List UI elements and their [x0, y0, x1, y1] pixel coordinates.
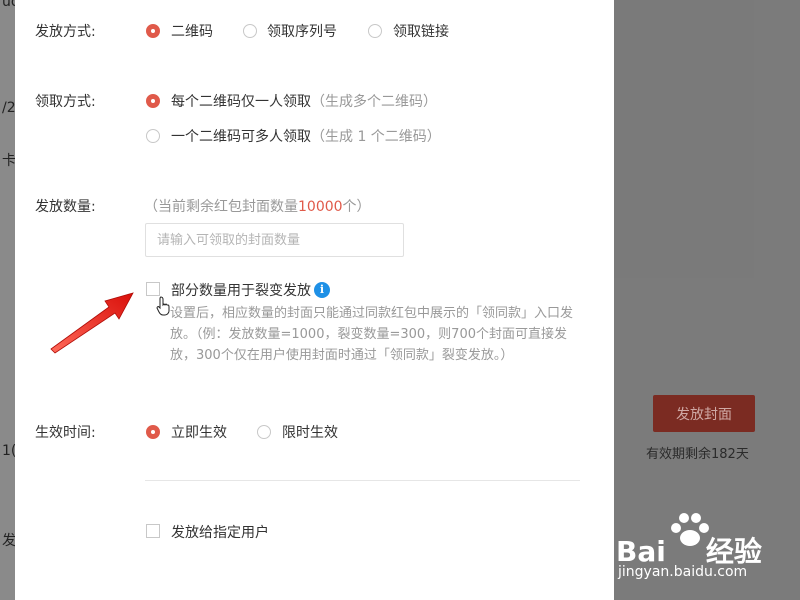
fission-checkbox-label[interactable]: 部分数量用于裂变发放 [171, 280, 311, 300]
radio-qrcode[interactable] [146, 24, 160, 38]
multi-claim-hint: （生成 1 个二维码） [311, 129, 441, 145]
radio-time-limited-label[interactable]: 限时生效 [282, 422, 338, 442]
quantity-label: 发放数量: [35, 199, 96, 215]
radio-immediate-label[interactable]: 立即生效 [171, 422, 227, 442]
radio-serial-number[interactable] [243, 24, 257, 38]
validity-remaining-text: 有效期剩余182天 [646, 447, 749, 462]
radio-serial-number-label[interactable]: 领取序列号 [267, 21, 337, 41]
radio-multi-claim[interactable] [146, 129, 160, 143]
background-text-fragment: 卡 [2, 153, 16, 169]
radio-multi-claim-label[interactable]: 一个二维码可多人领取（生成 1 个二维码） [171, 126, 441, 146]
target-users-checkbox-label[interactable]: 发放给指定用户 [171, 522, 269, 542]
fission-checkbox[interactable] [146, 282, 160, 296]
radio-immediate[interactable] [146, 425, 160, 439]
target-users-checkbox[interactable] [146, 524, 160, 538]
publish-cover-button[interactable]: 发放封面 [653, 395, 755, 432]
watermark-url: jingyan.baidu.com [618, 564, 748, 580]
single-claim-hint: （生成多个二维码） [311, 94, 437, 110]
red-arrow-icon [50, 292, 134, 354]
radio-link[interactable] [368, 24, 382, 38]
background-page-left [0, 0, 15, 600]
claim-method-label: 领取方式: [35, 94, 96, 110]
info-icon[interactable]: i [314, 282, 330, 298]
hand-cursor-icon [156, 296, 170, 316]
quantity-input-wrapper [145, 223, 404, 257]
quantity-input[interactable] [146, 224, 403, 256]
remaining-count-hint: （当前剩余红包封面数量10000个） [144, 199, 371, 215]
effective-time-label: 生效时间: [35, 425, 96, 441]
background-text-fragment: 发 [2, 533, 16, 549]
radio-single-claim[interactable] [146, 94, 160, 108]
radio-time-limited[interactable] [257, 425, 271, 439]
remaining-count-value: 10000 [298, 199, 343, 215]
distribution-method-label: 发放方式: [35, 24, 96, 40]
background-text-fragment: /2 [2, 100, 16, 116]
radio-link-label[interactable]: 领取链接 [393, 21, 449, 41]
background-card [614, 0, 754, 278]
fission-description: 设置后，相应数量的封面只能通过同款红包中展示的「领同款」入口发放。（例：发放数量… [170, 306, 574, 363]
radio-qrcode-label[interactable]: 二维码 [171, 21, 213, 41]
section-divider [145, 480, 580, 481]
radio-single-claim-label[interactable]: 每个二维码仅一人领取（生成多个二维码） [171, 91, 437, 111]
